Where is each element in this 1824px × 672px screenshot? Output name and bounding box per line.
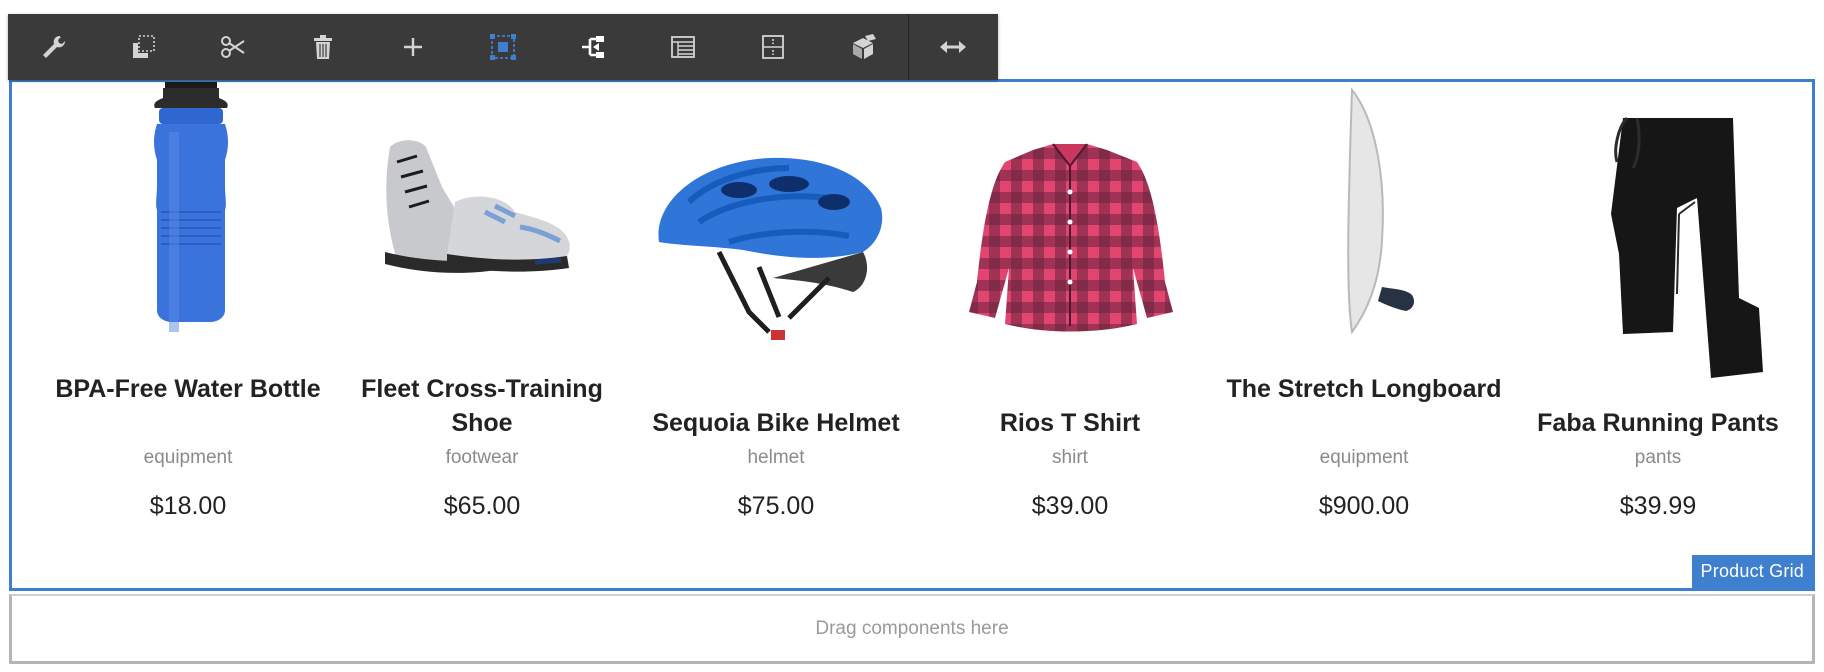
drop-zone[interactable]: Drag components here xyxy=(9,594,1815,664)
product-image[interactable] xyxy=(1511,82,1805,402)
product-price: $65.00 xyxy=(443,492,521,520)
drop-zone-text: Drag components here xyxy=(815,617,1009,639)
product-image[interactable] xyxy=(41,82,335,367)
product-card[interactable]: Sequoia Bike Helmet helmet $75.00 xyxy=(629,82,923,520)
water-bottle-image xyxy=(154,82,228,332)
layout-button[interactable] xyxy=(638,14,728,80)
product-name: The Stretch Longboard xyxy=(1226,375,1502,403)
delete-button[interactable] xyxy=(278,14,368,80)
product-category: pants xyxy=(1634,447,1682,468)
product-card[interactable]: Rios T Shirt shirt $39.00 xyxy=(923,82,1217,520)
product-price: $900.00 xyxy=(1318,492,1410,520)
product-price: $39.99 xyxy=(1619,492,1697,520)
shoes-image xyxy=(385,140,570,273)
product-card[interactable]: Fleet Cross-Training Shoe footwear $65.0… xyxy=(335,82,629,520)
product-grid[interactable]: BPA-Free Water Bottle equipment $18.00 F… xyxy=(9,79,1815,591)
configure-button[interactable] xyxy=(8,14,98,80)
select-parent-icon xyxy=(490,34,516,60)
product-category: shirt xyxy=(1052,447,1088,468)
resize-icon xyxy=(940,41,966,53)
select-parent-button[interactable] xyxy=(458,14,548,80)
layout-icon xyxy=(671,36,695,58)
product-image[interactable] xyxy=(335,82,629,367)
structure-button[interactable] xyxy=(548,14,638,80)
product-card[interactable]: Faba Running Pants pants $39.99 xyxy=(1511,82,1805,520)
product-image[interactable] xyxy=(923,82,1217,367)
wrench-icon xyxy=(43,35,66,58)
copy-icon xyxy=(133,35,155,58)
plus-icon xyxy=(404,38,422,56)
grid-layout-button[interactable] xyxy=(728,14,818,80)
product-name: Fleet Cross-Training Shoe xyxy=(361,375,603,437)
product-card[interactable]: The Stretch Longboard equipment $900.00 xyxy=(1217,82,1511,520)
product-name: Rios T Shirt xyxy=(999,409,1141,437)
longboard-image xyxy=(1347,87,1414,335)
structure-icon xyxy=(582,36,604,58)
component-label: Product Grid xyxy=(1691,555,1812,588)
product-category: equipment xyxy=(143,447,233,468)
product-image[interactable] xyxy=(1217,82,1511,367)
shirt-image xyxy=(969,143,1173,332)
product-card[interactable]: BPA-Free Water Bottle equipment $18.00 xyxy=(41,82,335,520)
product-image[interactable] xyxy=(629,82,923,367)
pants-image xyxy=(1611,116,1763,378)
product-price: $39.00 xyxy=(1031,492,1109,520)
product-price: $75.00 xyxy=(737,492,815,520)
product-name: Sequoia Bike Helmet xyxy=(652,409,900,437)
product-name: Faba Running Pants xyxy=(1537,409,1779,437)
insert-button[interactable] xyxy=(368,14,458,80)
product-price: $18.00 xyxy=(149,492,227,520)
product-category: footwear xyxy=(445,447,519,468)
package-icon xyxy=(853,34,876,59)
helmet-image xyxy=(658,157,883,340)
product-name: BPA-Free Water Bottle xyxy=(55,375,321,403)
copy-button[interactable] xyxy=(98,14,188,80)
cut-button[interactable] xyxy=(188,14,278,80)
resize-button[interactable] xyxy=(909,14,997,80)
grid-layout-icon xyxy=(762,35,784,59)
package-button[interactable] xyxy=(818,14,908,80)
cut-icon xyxy=(221,36,245,58)
product-category: equipment xyxy=(1319,447,1409,468)
trash-icon xyxy=(314,35,332,59)
product-category: helmet xyxy=(747,447,805,468)
component-toolbar xyxy=(8,14,998,80)
